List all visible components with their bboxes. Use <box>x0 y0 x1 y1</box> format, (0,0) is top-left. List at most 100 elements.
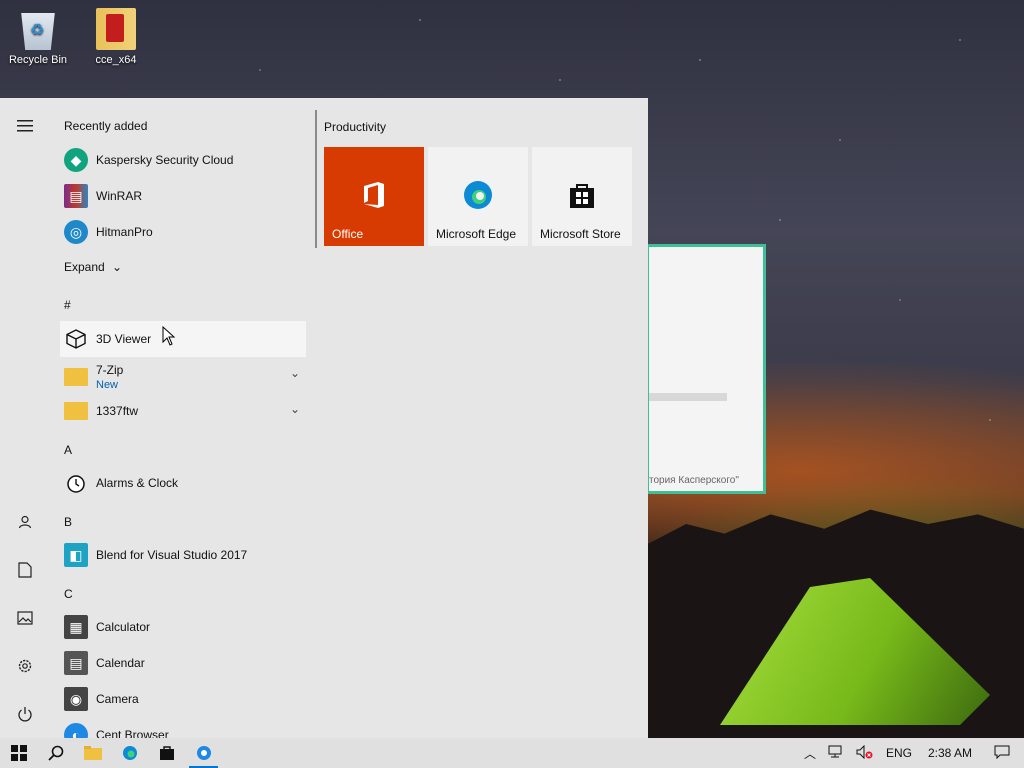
network-icon[interactable] <box>828 745 844 762</box>
search-button[interactable] <box>37 738 74 768</box>
expand-button[interactable]: Expand ⌄ <box>64 260 122 274</box>
tile-group-title[interactable]: Productivity <box>324 120 386 134</box>
expand-label: Expand <box>64 260 105 274</box>
app-label: Cent Browser <box>96 728 169 738</box>
clock[interactable]: 2:38 AM <box>928 746 972 760</box>
store-icon <box>159 746 174 760</box>
windows-logo-icon <box>10 745 27 761</box>
store-icon <box>570 184 594 208</box>
app-list: Recently added ◆ Kaspersky Security Clou… <box>50 98 312 738</box>
app-label: Camera <box>96 692 139 706</box>
scroll-divider[interactable] <box>315 110 317 248</box>
folder-icon <box>83 746 102 760</box>
chevron-down-icon[interactable]: ⌄ <box>290 402 300 416</box>
show-hidden-icons-chevron-icon[interactable]: ︿ <box>804 745 816 762</box>
section-b[interactable]: B <box>64 515 72 529</box>
app-camera[interactable]: ◉ Camera <box>60 681 306 717</box>
app-calendar[interactable]: ▤ Calendar <box>60 645 306 681</box>
cent-browser-icon: ◐ <box>64 723 88 738</box>
power-button[interactable] <box>0 694 50 734</box>
desktop-icon-recycle-bin[interactable]: Recycle Bin <box>0 8 76 66</box>
cent-browser-taskbar-button[interactable] <box>185 738 222 768</box>
hamburger-menu-button[interactable] <box>0 106 50 146</box>
camera-icon: ◉ <box>64 687 88 711</box>
hitmanpro-icon: ◎ <box>64 220 88 244</box>
store-taskbar-button[interactable] <box>148 738 185 768</box>
chevron-down-icon: ⌄ <box>112 260 123 274</box>
pictures-icon <box>17 611 33 625</box>
tile-label: Microsoft Edge <box>436 227 517 241</box>
pictures-button[interactable] <box>0 598 50 638</box>
volume-muted-icon[interactable] <box>856 744 874 762</box>
app-blend-vs2017[interactable]: ◧ Blend for Visual Studio 2017 <box>60 537 306 573</box>
app-label: WinRAR <box>96 189 143 203</box>
folder-name: 7-Zip <box>96 363 124 377</box>
alarm-clock-icon <box>64 471 88 495</box>
app-label: Alarms & Clock <box>96 476 179 490</box>
tile-label: Microsoft Store <box>540 227 621 241</box>
edge-icon <box>464 181 492 209</box>
app-label: Kaspersky Security Cloud <box>96 153 234 167</box>
folder-icon <box>64 368 88 386</box>
tile-microsoft-edge[interactable]: Microsoft Edge <box>428 147 528 246</box>
start-menu: Recently added ◆ Kaspersky Security Clou… <box>0 98 648 738</box>
settings-button[interactable] <box>0 646 50 686</box>
section-a[interactable]: A <box>64 443 72 457</box>
app-hitmanpro[interactable]: ◎ HitmanPro <box>60 214 306 250</box>
hamburger-icon <box>17 120 33 132</box>
blend-icon: ◧ <box>64 543 88 567</box>
document-icon <box>18 562 32 578</box>
recycle-bin-icon <box>21 13 55 50</box>
cent-browser-icon <box>196 746 211 760</box>
tile-office[interactable]: Office <box>324 147 424 246</box>
app-alarms-clock[interactable]: Alarms & Clock <box>60 465 306 501</box>
app-3d-viewer[interactable]: 3D Viewer <box>60 321 306 357</box>
desktop-icon-label: cce_x64 <box>95 54 137 66</box>
kaspersky-window[interactable]: тория Касперского" <box>646 244 766 494</box>
section-hash[interactable]: # <box>64 298 71 312</box>
edge-taskbar-button[interactable] <box>111 738 148 768</box>
start-rail <box>0 98 50 738</box>
tile-label: Office <box>332 227 364 241</box>
language-indicator[interactable]: ENG <box>886 746 912 760</box>
gear-icon <box>18 659 32 673</box>
calendar-icon: ▤ <box>64 651 88 675</box>
app-winrar[interactable]: ▤ WinRAR <box>60 178 306 214</box>
app-label: 7-Zip New <box>96 363 123 391</box>
power-icon <box>18 707 32 722</box>
cube-icon <box>64 327 88 351</box>
user-button[interactable] <box>0 502 50 542</box>
app-folder-1337ftw[interactable]: 1337ftw ⌄ <box>60 393 306 429</box>
desktop-icon-label: Recycle Bin <box>8 54 68 66</box>
kaspersky-icon: ◆ <box>64 148 88 172</box>
app-folder-7zip[interactable]: 7-Zip New ⌄ <box>60 357 306 397</box>
app-cent-browser[interactable]: ◐ Cent Browser <box>60 717 306 738</box>
file-explorer-button[interactable] <box>74 738 111 768</box>
recently-added-heading: Recently added <box>64 119 148 133</box>
search-icon <box>47 745 63 761</box>
documents-button[interactable] <box>0 550 50 590</box>
app-label: Calendar <box>96 656 145 670</box>
desktop-icon-cce-x64[interactable]: cce_x64 <box>78 8 154 66</box>
app-label: 3D Viewer <box>96 332 152 346</box>
calculator-icon: ▦ <box>64 615 88 639</box>
app-label: HitmanPro <box>96 225 153 239</box>
window-caption: тория Касперского" <box>649 475 739 486</box>
folder-app-icon <box>96 8 136 50</box>
action-center-icon[interactable] <box>994 745 1010 762</box>
app-kaspersky-security-cloud[interactable]: ◆ Kaspersky Security Cloud <box>60 142 306 178</box>
section-c[interactable]: C <box>64 587 73 601</box>
start-button[interactable] <box>0 738 37 768</box>
app-label: Blend for Visual Studio 2017 <box>96 548 248 562</box>
folder-icon <box>64 402 88 420</box>
app-calculator[interactable]: ▦ Calculator <box>60 609 306 645</box>
app-label: Calculator <box>96 620 151 634</box>
edge-icon <box>122 746 137 760</box>
chevron-down-icon[interactable]: ⌄ <box>290 366 300 380</box>
tile-microsoft-store[interactable]: Microsoft Store <box>532 147 632 246</box>
office-icon <box>364 182 384 208</box>
user-icon <box>18 515 32 529</box>
app-label: 1337ftw <box>96 404 139 418</box>
system-tray: ︿ ENG 2:38 AM <box>798 738 1024 768</box>
mouse-cursor-icon <box>162 326 176 346</box>
